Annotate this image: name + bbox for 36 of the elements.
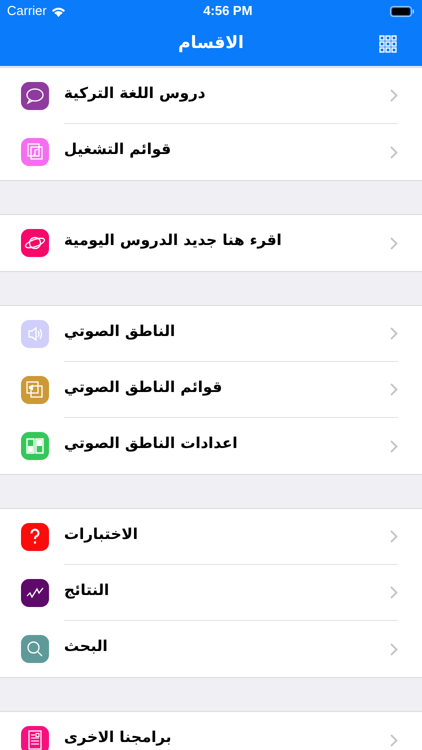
chevron-icon — [390, 236, 398, 250]
chevron-icon — [390, 327, 398, 340]
menu-item-label: برامجنا الاخرى — [64, 729, 172, 746]
menu-row[interactable]: البحث — [0, 621, 422, 677]
menu-item-label: قوائم الناطق الصوتي — [64, 378, 224, 396]
menu-item-label: البحث — [64, 638, 109, 655]
chevron-icon — [390, 440, 398, 452]
menu-row[interactable]: الاختبارات — [0, 509, 422, 565]
battery-icon — [390, 6, 415, 16]
menu-row[interactable]: قوائم الناطق الصوتي — [0, 362, 422, 418]
chevron-icon — [390, 734, 398, 746]
chevron-icon — [390, 586, 398, 599]
menu-row[interactable]: دروس اللغة التركية — [0, 68, 422, 124]
menu-item-label: اقرء هنا جديد الدروس اليومية — [64, 232, 283, 249]
menu-row[interactable]: اعدادات الناطق الصوتي — [0, 418, 422, 474]
menu-item-label: الاختبارات — [64, 526, 139, 542]
menu-row[interactable]: الناطق الصوتي — [0, 306, 422, 362]
menu-row[interactable]: قوائم التشغيل — [0, 124, 422, 180]
wifi-icon — [50, 6, 66, 16]
grid-menu-button[interactable] — [379, 35, 397, 53]
menu-row[interactable]: اقرء هنا جديد الدروس اليومية — [0, 215, 422, 271]
menu-item-label: اعدادات الناطق الصوتي — [64, 435, 238, 452]
chevron-icon — [390, 530, 398, 543]
chevron-icon — [390, 89, 398, 102]
chevron-icon — [390, 642, 398, 656]
chevron-icon — [390, 383, 398, 396]
menu-item-label: قوائم التشغيل — [64, 141, 172, 158]
menu-row[interactable]: برامجنا الاخرى — [0, 712, 422, 750]
menu-item-label: الناطق الصوتي — [64, 322, 176, 340]
status-time: 4:56 PM — [203, 2, 252, 20]
menu-item-label: النتائج — [64, 582, 110, 598]
menu-row[interactable]: النتائج — [0, 565, 422, 621]
carrier-label: Carrier — [7, 2, 47, 20]
menu-item-label: دروس اللغة التركية — [64, 84, 206, 102]
nav-title: الاقسام — [178, 32, 244, 56]
chevron-icon — [390, 146, 398, 158]
